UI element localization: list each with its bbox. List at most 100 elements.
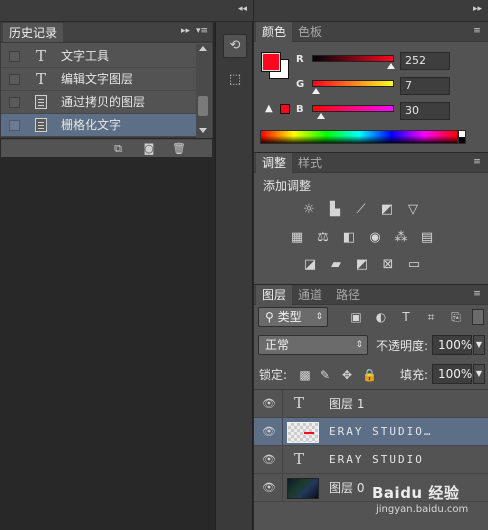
panel-menu-icon[interactable]: ▾≡ — [196, 26, 208, 36]
photo-filter-icon[interactable]: ◉ — [367, 230, 383, 246]
threshold-icon[interactable]: ◩ — [354, 257, 370, 273]
layer-row[interactable]: 👁 T 图层 1 — [254, 390, 488, 418]
history-checkbox[interactable] — [9, 120, 20, 131]
scroll-up-icon[interactable] — [199, 46, 207, 51]
thumbnail-mark — [304, 432, 314, 434]
text-filter-icon[interactable]: T — [399, 310, 413, 324]
panel-menu-icon[interactable]: ≡ — [470, 26, 484, 36]
opacity-dropdown-icon[interactable]: ▼ — [473, 335, 485, 355]
adjustment-filter-icon[interactable]: ◐ — [374, 310, 388, 324]
tab-color[interactable]: 颜色 — [256, 22, 293, 42]
b-slider[interactable] — [312, 105, 394, 112]
history-item[interactable]: T 文字工具 — [1, 45, 197, 68]
collapse-arrows-icon[interactable]: ▸▸ — [181, 26, 190, 36]
invert-icon[interactable]: ◪ — [302, 257, 318, 273]
lock-label: 锁定: — [259, 368, 288, 382]
filter-kind-label: 类型 — [277, 310, 302, 324]
eye-icon[interactable]: 👁 — [262, 453, 276, 467]
black-white-icon[interactable]: ◧ — [341, 230, 357, 246]
pixel-filter-icon[interactable]: ▣ — [349, 310, 363, 324]
g-slider[interactable] — [312, 80, 394, 87]
gamut-warning-icon[interactable]: ▲ — [265, 103, 273, 114]
panel-menu-icon[interactable]: ≡ — [470, 289, 484, 299]
b-label: B — [296, 104, 304, 115]
3d-cube-icon[interactable]: ⬚ — [223, 68, 247, 92]
brightness-icon[interactable]: ☼ — [301, 202, 317, 218]
expand-right-icon[interactable]: ▸▸ — [473, 4, 482, 14]
r-slider-thumb[interactable] — [387, 63, 395, 69]
history-checkbox[interactable] — [9, 51, 20, 62]
history-item[interactable]: 通过拷贝的图层 — [1, 91, 197, 114]
opacity-input[interactable]: 100% — [432, 335, 472, 355]
collapse-left-icon[interactable]: ◂◂ — [238, 4, 247, 14]
scroll-down-icon[interactable] — [199, 128, 207, 133]
b-value-input[interactable]: 30 — [400, 102, 450, 120]
tab-history[interactable]: 历史记录 — [3, 23, 64, 43]
layer-row[interactable]: 👁 T ERAY STUDIO — [254, 446, 488, 474]
selective-color-icon[interactable]: ⊠ — [380, 257, 396, 273]
history-dock-icon[interactable]: ⟲ — [223, 34, 247, 58]
color-spectrum-bar[interactable] — [260, 130, 458, 144]
g-value-input[interactable]: 7 — [400, 77, 450, 95]
right-dock-topbar: ▸▸ — [254, 0, 488, 22]
g-slider-thumb[interactable] — [312, 88, 320, 94]
dock-buttons: ⟲ ⬚ — [216, 28, 252, 100]
curves-icon[interactable]: ⟋ — [353, 202, 369, 218]
history-checkbox[interactable] — [9, 74, 20, 85]
scroll-thumb[interactable] — [198, 96, 208, 116]
black-white-ramp[interactable] — [458, 130, 466, 144]
new-document-from-state-icon[interactable]: ⧉ — [111, 142, 125, 155]
shape-filter-icon[interactable]: ⌗ — [424, 310, 438, 324]
filter-toggle[interactable] — [472, 309, 484, 325]
r-value-input[interactable]: 252 — [400, 52, 450, 70]
layer-filter-dropdown[interactable]: ⚲ 类型 ⇕ — [258, 307, 328, 327]
panel-menu-icon[interactable]: ≡ — [470, 157, 484, 167]
b-slider-thumb[interactable] — [317, 113, 325, 119]
r-slider[interactable] — [312, 55, 394, 62]
channel-mixer-icon[interactable]: ⁂ — [393, 230, 409, 246]
history-scrollbar[interactable] — [196, 44, 211, 138]
layer-name[interactable]: ERAY STUDIO — [329, 446, 424, 474]
tab-adjustments[interactable]: 调整 — [256, 153, 293, 173]
text-layer-icon: T — [294, 450, 305, 468]
trash-icon[interactable]: 🗑 — [172, 142, 186, 155]
camera-icon[interactable]: ◙ — [142, 142, 156, 155]
fill-input[interactable]: 100% — [432, 364, 472, 384]
fill-dropdown-icon[interactable]: ▼ — [473, 364, 485, 384]
layer-row-selected[interactable]: 👁 ERAY STUDIO… — [254, 418, 488, 446]
eye-icon[interactable]: 👁 — [262, 425, 276, 439]
hue-saturation-icon[interactable]: ▦ — [289, 230, 305, 246]
tab-paths[interactable]: 路径 — [330, 285, 366, 305]
gradient-map-icon[interactable]: ▭ — [406, 257, 422, 273]
eye-icon[interactable]: 👁 — [262, 397, 276, 411]
lock-brush-icon[interactable]: ✎ — [318, 368, 332, 382]
history-item-selected[interactable]: 栅格化文字 — [1, 114, 197, 137]
layer-name[interactable]: 图层 0 — [329, 474, 364, 502]
tab-layers[interactable]: 图层 — [256, 285, 293, 305]
layer-thumbnail — [287, 422, 319, 443]
dock-strip-top: ◂◂ — [215, 0, 253, 22]
smart-object-filter-icon[interactable]: ⎘ — [449, 310, 463, 324]
posterize-icon[interactable]: ▰ — [328, 257, 344, 273]
color-balance-icon[interactable]: ⚖ — [315, 230, 331, 246]
history-checkbox[interactable] — [9, 97, 20, 108]
lock-all-icon[interactable]: 🔒 — [362, 368, 377, 382]
tab-swatches[interactable]: 色板 — [292, 22, 328, 42]
lock-transparent-icon[interactable]: ▩ — [298, 368, 312, 382]
layer-name[interactable]: ERAY STUDIO… — [329, 418, 432, 446]
eye-icon[interactable]: 👁 — [262, 481, 276, 495]
levels-icon[interactable]: ▙ — [327, 202, 343, 218]
blend-mode-dropdown[interactable]: 正常 ⇕ — [258, 335, 368, 355]
history-item[interactable]: T 编辑文字图层 — [1, 68, 197, 91]
lock-position-icon[interactable]: ✥ — [340, 368, 354, 382]
exposure-icon[interactable]: ◩ — [379, 202, 395, 218]
history-list: T 文字工具 T 编辑文字图层 通过拷贝的图层 栅格化文字 — [0, 42, 213, 138]
tab-channels[interactable]: 通道 — [292, 285, 328, 305]
tab-styles[interactable]: 样式 — [292, 153, 328, 173]
vibrance-icon[interactable]: ▽ — [405, 202, 421, 218]
color-lookup-icon[interactable]: ▤ — [419, 230, 435, 246]
opacity-label: 不透明度: — [376, 339, 429, 353]
gamut-color-swatch[interactable] — [280, 104, 290, 114]
foreground-color-swatch[interactable] — [261, 52, 281, 72]
layer-name[interactable]: 图层 1 — [329, 390, 364, 418]
